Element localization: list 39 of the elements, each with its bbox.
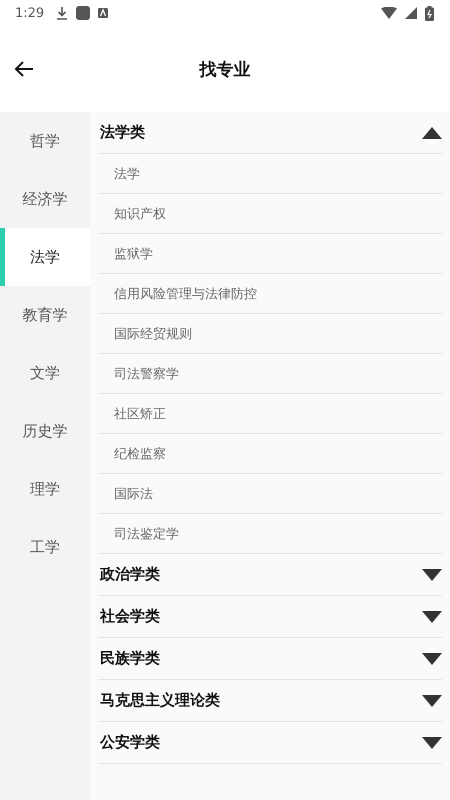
major-item[interactable]: 法学 [98, 154, 442, 194]
category-tab[interactable]: 文学 [0, 344, 90, 402]
back-arrow-icon [14, 61, 34, 77]
group-title: 社会学类 [100, 607, 160, 626]
major-item[interactable]: 监狱学 [98, 234, 442, 274]
group-title: 政治学类 [100, 565, 160, 584]
group-title: 法学类 [100, 123, 145, 142]
category-tab[interactable]: 历史学 [0, 402, 90, 460]
group-header[interactable]: 民族学类 [98, 638, 442, 680]
group-header[interactable]: 社会学类 [98, 596, 442, 638]
battery-icon [425, 6, 434, 20]
category-tab[interactable]: 理学 [0, 460, 90, 518]
notification-icon [98, 8, 108, 18]
category-tab[interactable]: 法学 [0, 228, 90, 286]
group-header[interactable]: 公安学类 [98, 722, 442, 764]
app-icon [76, 6, 90, 20]
category-tab[interactable]: 教育学 [0, 286, 90, 344]
category-tab[interactable]: 工学 [0, 518, 90, 576]
status-time: 1:29 [15, 6, 44, 20]
group-header[interactable]: 政治学类 [98, 554, 442, 596]
major-item[interactable]: 社区矫正 [98, 394, 442, 434]
download-icon [56, 6, 68, 20]
major-item[interactable]: 国际法 [98, 474, 442, 514]
group-title: 民族学类 [100, 649, 160, 668]
major-item[interactable]: 知识产权 [98, 194, 442, 234]
major-item[interactable]: 信用风险管理与法律防控 [98, 274, 442, 314]
major-item[interactable]: 司法警察学 [98, 354, 442, 394]
category-tab[interactable]: 哲学 [0, 112, 90, 170]
group-header[interactable]: 马克思主义理论类 [98, 680, 442, 722]
major-item[interactable]: 司法鉴定学 [98, 514, 442, 554]
group-header[interactable]: 法学类 [98, 112, 442, 154]
wifi-icon [381, 7, 397, 19]
category-tab[interactable]: 经济学 [0, 170, 90, 228]
signal-icon [405, 7, 417, 19]
major-item[interactable]: 国际经贸规则 [98, 314, 442, 354]
group-title: 马克思主义理论类 [100, 691, 220, 710]
major-item[interactable]: 纪检监察 [98, 434, 442, 474]
group-title: 公安学类 [100, 733, 160, 752]
page-title: 找专业 [200, 58, 250, 80]
